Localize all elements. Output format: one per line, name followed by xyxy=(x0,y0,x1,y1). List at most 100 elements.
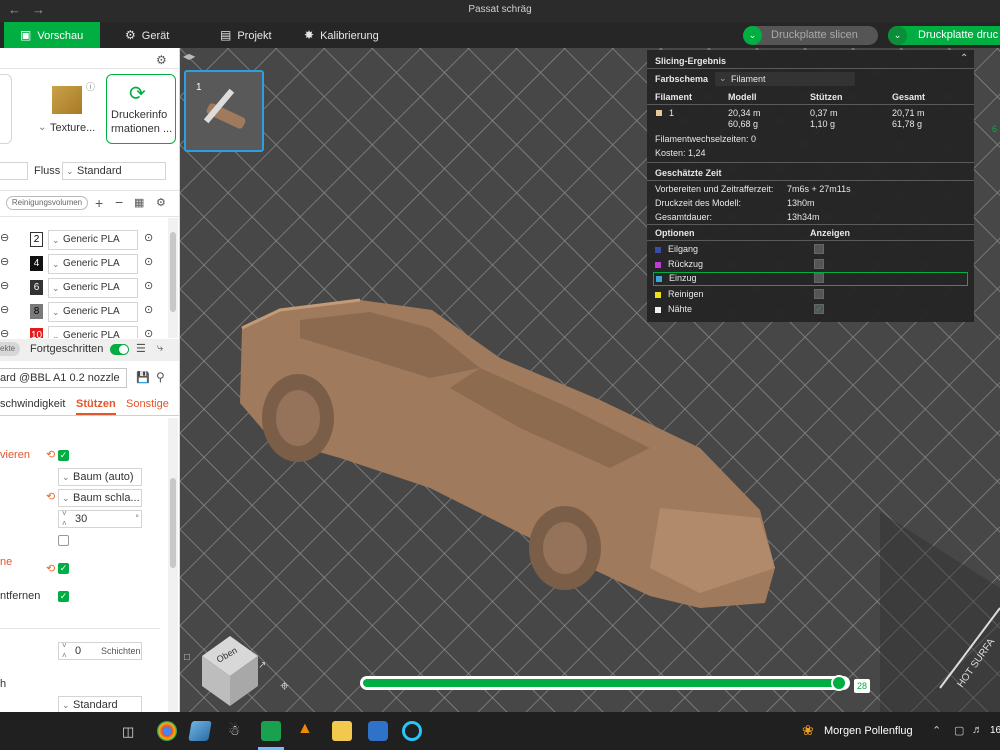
minus-circle-icon[interactable]: ⊖ xyxy=(0,255,9,268)
robot-app-icon[interactable]: ☃ xyxy=(228,722,241,739)
remove-filament-icon[interactable]: − xyxy=(115,194,123,210)
collapse-icon[interactable]: ⌃ xyxy=(960,53,968,64)
remove-small-overhangs-checkbox[interactable]: ✓ xyxy=(58,591,69,602)
filament-row[interactable]: ⊖ 6 ⌄ Generic PLA ⊙ xyxy=(0,278,168,298)
option-row-unretract[interactable]: Einzug xyxy=(653,272,968,286)
edit-filament-icon[interactable]: ⊙ xyxy=(144,255,153,268)
raft-layers-input[interactable]: ˅ ˄ 0 Schichten xyxy=(58,641,142,661)
filament-color-swatch[interactable]: 8 xyxy=(30,304,43,319)
scrollbar-thumb[interactable] xyxy=(170,232,176,312)
filament-color-swatch[interactable]: 4 xyxy=(30,256,43,271)
chevron-down-icon[interactable]: ⌄ xyxy=(743,26,762,45)
tab-support[interactable]: Stützen xyxy=(76,398,116,410)
tab-device[interactable]: ⚙ Gerät xyxy=(125,22,205,48)
filament-row[interactable]: ⊖ 10 ⌄ Generic PLA ⊙ xyxy=(0,326,168,338)
add-filament-icon[interactable]: + xyxy=(95,195,103,211)
filament-row[interactable]: ⊖ 8 ⌄ Generic PLA ⊙ xyxy=(0,302,168,322)
tab-preview[interactable]: ▣ Vorschau xyxy=(4,22,100,48)
texture-plate-card[interactable]: ⓘ ⌄ Texture... xyxy=(38,74,100,144)
printer-info-button[interactable]: ⟳ Druckerinfo rmationen ... xyxy=(106,74,176,144)
print-plate-button[interactable]: ⌄ Druckplatte druc xyxy=(888,26,1000,45)
seams-checkbox[interactable]: ✓ xyxy=(814,304,824,314)
tab-project[interactable]: ▤ Projekt xyxy=(220,22,300,48)
advanced-toggle[interactable] xyxy=(110,344,129,355)
wipe-checkbox[interactable] xyxy=(814,289,824,299)
task-view-icon[interactable]: ◫ xyxy=(122,724,134,740)
app-icon[interactable] xyxy=(188,721,212,741)
plate-thumbnail[interactable]: 1 xyxy=(184,70,264,152)
color-scheme-select[interactable]: ⌄ Filament xyxy=(715,72,855,86)
filament-select[interactable]: ⌄ Generic PLA xyxy=(48,278,138,298)
retract-checkbox[interactable] xyxy=(814,259,824,269)
minus-circle-icon[interactable]: ⊖ xyxy=(0,279,9,292)
list-icon[interactable]: ☰ xyxy=(136,342,146,355)
clock[interactable]: 16 xyxy=(990,725,1000,736)
minus-circle-icon[interactable]: ⊖ xyxy=(0,303,9,316)
option-row-travel[interactable]: Eilgang xyxy=(647,243,974,257)
edit-filament-icon[interactable]: ⊙ xyxy=(144,303,153,316)
weather-text[interactable]: Morgen Pollenflug xyxy=(824,725,913,737)
filament-list-scrollbar[interactable] xyxy=(168,218,178,338)
filament-select[interactable]: ⌄ Generic PLA xyxy=(48,230,138,250)
chrome-icon[interactable] xyxy=(157,721,177,741)
layer-slider-handle[interactable] xyxy=(831,675,847,691)
cleaning-volume-button[interactable]: Reinigungsvolumen xyxy=(6,196,88,210)
process-preset-select[interactable]: ard @BBL A1 0.2 nozzle xyxy=(0,368,127,388)
stepper-icon[interactable]: ˅ ˄ xyxy=(62,509,67,529)
critical-regions-checkbox[interactable]: ✓ xyxy=(58,563,69,574)
reset-icon[interactable]: ⟲ xyxy=(46,490,55,503)
on-build-plate-checkbox[interactable] xyxy=(58,535,69,546)
edit-filament-icon[interactable]: ⊙ xyxy=(144,231,153,244)
search-icon[interactable]: ⚲ xyxy=(156,370,165,384)
network-icon[interactable]: ▢ xyxy=(954,724,964,737)
scrollbar-thumb[interactable] xyxy=(170,478,176,568)
vlc-icon[interactable]: ▲ xyxy=(297,720,313,738)
tab-others[interactable]: Sonstige xyxy=(126,398,169,410)
threshold-angle-input[interactable]: ˅ ˄ 30 ° xyxy=(58,509,142,529)
filament-settings-icon[interactable]: ⚙ xyxy=(156,196,166,209)
plate-card-partial[interactable] xyxy=(0,74,12,144)
support-filament-select[interactable]: ⌄ Standard xyxy=(58,696,142,712)
filament-row[interactable]: ⊖ 2 ⌄ Generic PLA ⊙ xyxy=(0,230,168,250)
settings-scrollbar[interactable] xyxy=(168,418,178,712)
support-type-select[interactable]: ⌄ Baum (auto) xyxy=(58,468,142,486)
settings-gear-icon[interactable]: ⚙ xyxy=(156,53,167,67)
layer-slider-track[interactable] xyxy=(360,675,850,691)
tab-calibration[interactable]: ✸ Kalibrierung xyxy=(304,22,404,48)
filament-select[interactable]: ⌄ Generic PLA xyxy=(48,326,138,338)
volume-icon[interactable]: ♬ xyxy=(972,724,983,736)
support-style-select[interactable]: ⌄ Baum schla... xyxy=(58,489,142,507)
sync-filament-icon[interactable]: ▦ xyxy=(134,196,144,209)
info-icon[interactable]: ⓘ xyxy=(86,80,95,93)
filament-select[interactable]: ⌄ Generic PLA xyxy=(48,254,138,274)
tab-speed[interactable]: schwindigkeit xyxy=(0,398,65,410)
minus-circle-icon[interactable]: ⊖ xyxy=(0,327,9,338)
reset-icon[interactable]: ⟲ xyxy=(46,562,55,575)
edit-filament-icon[interactable]: ⊙ xyxy=(144,279,153,292)
unretract-checkbox[interactable] xyxy=(814,273,824,283)
fit-view-icon[interactable]: ⌖ xyxy=(280,678,289,696)
edit-filament-icon[interactable]: ⊙ xyxy=(144,327,153,338)
filament-select[interactable]: ⌄ Generic PLA xyxy=(48,302,138,322)
objects-tab[interactable]: ekte xyxy=(0,342,20,356)
filament-color-swatch[interactable]: 10 xyxy=(30,328,43,338)
slice-plate-button[interactable]: ⌄ Druckplatte slicen xyxy=(743,26,878,45)
reset-icon[interactable]: ⟲ xyxy=(46,448,55,461)
option-row-seams[interactable]: Nähte ✓ xyxy=(647,303,974,317)
collapse-panel-icon[interactable]: ◀▶ xyxy=(183,52,195,61)
save-preset-icon[interactable]: 💾 xyxy=(136,371,150,384)
alexa-icon[interactable] xyxy=(402,721,422,741)
stepper-icon[interactable]: ˅ ˄ xyxy=(62,641,67,661)
filament-color-swatch[interactable]: 6 xyxy=(30,280,43,295)
compare-icon[interactable]: ⤷ xyxy=(157,342,163,355)
nozzle-field-partial[interactable] xyxy=(0,162,28,180)
travel-checkbox[interactable] xyxy=(814,244,824,254)
chevron-down-icon[interactable]: ⌄ xyxy=(888,26,907,45)
enable-support-checkbox[interactable]: ✓ xyxy=(58,450,69,461)
app-c-icon[interactable] xyxy=(368,721,388,741)
file-explorer-icon[interactable] xyxy=(332,721,352,741)
filament-row[interactable]: ⊖ 4 ⌄ Generic PLA ⊙ xyxy=(0,254,168,274)
filament-color-swatch[interactable]: 2 xyxy=(30,232,43,247)
bambu-studio-icon[interactable] xyxy=(261,721,281,741)
minus-circle-icon[interactable]: ⊖ xyxy=(0,231,9,244)
